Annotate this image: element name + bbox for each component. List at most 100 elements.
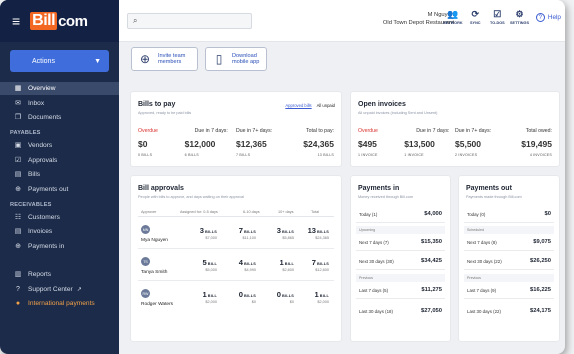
search-input[interactable]: ⌕ bbox=[127, 13, 252, 29]
cell-total[interactable]: 13BILLS $24,365 bbox=[308, 226, 329, 240]
row-label: Today (1) bbox=[359, 212, 378, 217]
sidebar-item-vendors[interactable]: ▣ Vendors bbox=[0, 139, 119, 152]
card-title: Bills to pay bbox=[138, 101, 176, 108]
bill-approvals-card: Bill approvals People with bills to appr… bbox=[131, 176, 341, 341]
cell-total[interactable]: 1BILL $2,000 bbox=[315, 290, 329, 304]
approvals-table-header: Approver Assigned for: 0-5 days 6-10 day… bbox=[138, 208, 334, 217]
cell-0-5-days[interactable]: 1BILL $2,000 bbox=[203, 290, 217, 304]
add-user-icon: ⊕ bbox=[139, 51, 151, 66]
cell-total[interactable]: 7BILLS $12,600 bbox=[312, 258, 329, 272]
col-approver: Approver bbox=[141, 210, 157, 214]
approver-row[interactable]: RW Rodger Waters 1BILL $2,000 0BILLS $0 0B… bbox=[138, 283, 334, 313]
stat-label: Due in 7 days: bbox=[416, 128, 450, 134]
tab-approved-bills[interactable]: Approved bills bbox=[285, 103, 311, 108]
payables-heading: PAYABLES bbox=[10, 130, 41, 136]
payments-today-row[interactable]: Today (1) $4,000 bbox=[356, 206, 445, 223]
stat-total[interactable]: Total to pay: $24,365 13 BILLS bbox=[287, 128, 334, 160]
actions-label: Actions bbox=[32, 57, 55, 65]
previous-heading: Previous bbox=[356, 274, 445, 282]
payments-last7-row[interactable]: Last 7 days (9) $16,225 bbox=[464, 282, 554, 299]
stat-count: 4 INVOICES bbox=[529, 153, 552, 157]
approver-row[interactable]: TS Tanya Smith 5BILL $5,000 4BILLS $4,990 … bbox=[138, 251, 334, 281]
sidebar-item-label: Documents bbox=[28, 114, 62, 121]
cell-6-10-days[interactable]: 7BILLS $11,100 bbox=[239, 226, 256, 240]
todos-button[interactable]: ☑ TO-DOS bbox=[490, 9, 505, 25]
stat-overdue[interactable]: Overdue $495 1 INVOICE bbox=[358, 128, 404, 160]
help-button[interactable]: ? Help bbox=[535, 13, 561, 22]
stat-due-7plus[interactable]: Due in 7+ days: $5,500 2 INVOICES bbox=[455, 128, 506, 160]
card-subtitle: Payments made through Bill.com bbox=[466, 195, 522, 199]
payments-last30-row[interactable]: Last 30 days (22) $24,175 bbox=[464, 303, 554, 320]
sidebar-item-payments-out[interactable]: ⊕ Payments out bbox=[0, 183, 119, 196]
sidebar-item-inbox[interactable]: ✉ Inbox bbox=[0, 97, 119, 110]
search-icon: ⌕ bbox=[133, 16, 138, 25]
sidebar-item-international-payments[interactable]: ● International payments bbox=[0, 297, 119, 310]
stat-label: Overdue bbox=[138, 128, 158, 134]
stat-label: Due in 7 days: bbox=[194, 128, 228, 134]
stat-label: Overdue bbox=[358, 128, 378, 134]
cell-0-5-days[interactable]: 5BILL $5,000 bbox=[203, 258, 217, 272]
payments-last30-row[interactable]: Last 30 days (18) $27,050 bbox=[356, 303, 445, 320]
payments-next30-row[interactable]: Next 30 days (30) $34,425 bbox=[356, 253, 445, 270]
billcom-logo[interactable]: Bill com bbox=[30, 12, 88, 30]
sidebar-item-support-center[interactable]: ? Support Center ↗ bbox=[0, 283, 119, 296]
bills-icon: ▤ bbox=[14, 171, 22, 178]
payments-in-icon: ⊕ bbox=[15, 242, 21, 250]
approver-row[interactable]: MN Mya Nguyen 3BILLS $7,000 7BILLS $11,100… bbox=[138, 219, 334, 249]
sidebar-item-overview[interactable]: ▦ Overview bbox=[0, 82, 119, 95]
payments-next7-row[interactable]: Next 7 days (8) $9,075 bbox=[464, 234, 554, 251]
sidebar-item-payments-in[interactable]: ⊕ Payments in bbox=[0, 240, 119, 253]
sidebar-item-customers[interactable]: ☷ Customers bbox=[0, 211, 119, 224]
payments-in-card: Payments in Money received through Bill.… bbox=[351, 176, 450, 341]
payments-last7-row[interactable]: Last 7 days (5) $11,275 bbox=[356, 282, 445, 299]
overview-icon: ▦ bbox=[14, 85, 22, 92]
invoices-icon: ▤ bbox=[14, 228, 22, 235]
sidebar-item-label: International payments bbox=[28, 300, 95, 307]
cell-0-5-days[interactable]: 3BILLS $7,000 bbox=[200, 226, 217, 240]
stat-due-7plus[interactable]: Due in 7+ days: $12,365 7 BILLS bbox=[236, 128, 287, 160]
row-value: $26,250 bbox=[530, 258, 551, 264]
network-button[interactable]: 👥 NETWORK bbox=[443, 9, 463, 25]
settings-button[interactable]: ⚙ SETTINGS bbox=[510, 9, 529, 25]
sidebar-item-approvals[interactable]: ☑ Approvals bbox=[0, 154, 119, 167]
cell-10-plus-days[interactable]: 0BILLS $0 bbox=[277, 290, 294, 304]
sidebar-item-label: Customers bbox=[28, 213, 60, 221]
sync-button[interactable]: ⟳ SYNC bbox=[470, 9, 481, 25]
tab-all-unpaid[interactable]: All unpaid bbox=[317, 103, 335, 108]
card-title: Open invoices bbox=[358, 101, 406, 108]
cell-6-10-days[interactable]: 4BILLS $4,990 bbox=[239, 258, 256, 272]
sidebar-item-label: Reports bbox=[28, 271, 52, 278]
actions-button[interactable]: Actions ▼ bbox=[10, 50, 109, 72]
stat-count: 1 INVOICE bbox=[404, 153, 424, 157]
sidebar-item-label: Payments out bbox=[28, 185, 69, 193]
card-subtitle: People with bills to approve, and days w… bbox=[138, 195, 244, 199]
invite-team-button[interactable]: ⊕ Invite team members bbox=[131, 47, 198, 71]
sidebar-item-reports[interactable]: ▥ Reports bbox=[0, 268, 119, 281]
card-subtitle: Money received through Bill.com bbox=[358, 195, 414, 199]
payments-next7-row[interactable]: Next 7 days (7) $15,350 bbox=[356, 234, 445, 251]
sidebar-item-label: Support Center bbox=[28, 285, 73, 293]
cell-6-10-days[interactable]: 0BILLS $0 bbox=[239, 290, 256, 304]
row-label: Next 7 days (8) bbox=[467, 240, 497, 245]
sidebar-item-invoices[interactable]: ▤ Invoices bbox=[0, 225, 119, 238]
reports-icon: ▥ bbox=[14, 271, 22, 278]
payments-next30-row[interactable]: Next 30 days (22) $26,250 bbox=[464, 253, 554, 270]
stat-overdue[interactable]: Overdue $0 0 BILLS bbox=[138, 128, 185, 160]
stat-due-7[interactable]: Due in 7 days: $13,500 1 INVOICE bbox=[404, 128, 455, 160]
stat-value: $24,365 bbox=[303, 139, 334, 149]
download-app-button[interactable]: ▯ Download mobile app bbox=[205, 47, 267, 71]
quick-actions: ⊕ Invite team members ▯ Download mobile ap… bbox=[119, 42, 565, 76]
cell-10-plus-days[interactable]: 3BILLS $5,865 bbox=[277, 226, 294, 240]
help-icon: ? bbox=[535, 13, 545, 22]
payments-today-row[interactable]: Today (0) $0 bbox=[464, 206, 554, 223]
stat-total[interactable]: Total owed: $19,495 4 INVOICES bbox=[506, 128, 552, 160]
cell-10-plus-days[interactable]: 1BILL $2,600 bbox=[280, 258, 294, 272]
stat-due-7[interactable]: Due in 7 days: $12,000 6 BILLS bbox=[185, 128, 236, 160]
approver-name: Rodger Waters bbox=[141, 302, 174, 307]
sidebar-item-documents[interactable]: ❐ Documents bbox=[0, 111, 119, 124]
sidebar-item-bills[interactable]: ▤ Bills bbox=[0, 168, 119, 181]
todos-icon: ☑ bbox=[493, 8, 502, 19]
sidebar-item-label: Vendors bbox=[28, 142, 53, 149]
hamburger-menu-icon[interactable]: ≡ bbox=[12, 14, 20, 28]
bills-stats: Overdue $0 0 BILLS Due in 7 days: $12,000 6 … bbox=[138, 128, 334, 160]
